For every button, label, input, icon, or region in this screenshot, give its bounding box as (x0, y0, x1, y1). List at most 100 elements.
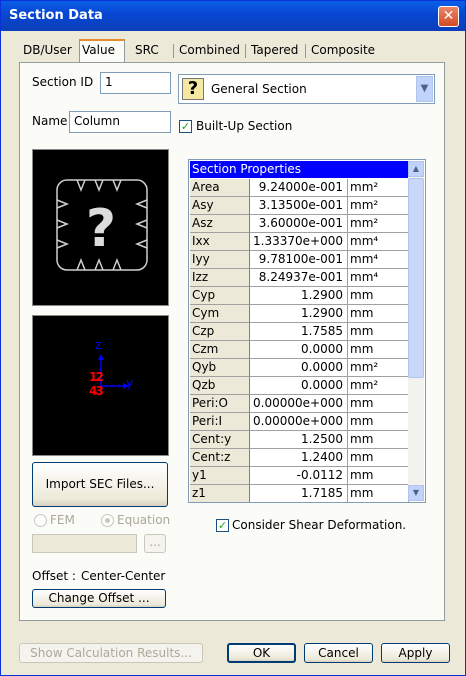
property-value-cell[interactable]: 3.60000e-001 (250, 215, 348, 233)
property-value-cell[interactable]: 0.00000e+000 (250, 395, 348, 413)
property-value-cell[interactable]: 3.13500e-001 (250, 197, 348, 215)
equation-label: Equation (117, 513, 171, 527)
property-value-cell[interactable]: 1.2400 (250, 449, 348, 467)
table-row[interactable]: Czm 0.0000 mm (190, 341, 409, 359)
property-unit-cell: mm² (348, 179, 409, 197)
property-name-cell: Ixx (190, 233, 250, 251)
section-type-dropdown[interactable]: ? General Section ▼ (178, 74, 435, 104)
equation-radio[interactable] (101, 514, 114, 527)
property-name-cell: Izz (190, 269, 250, 287)
property-value-cell[interactable]: 1.2500 (250, 431, 348, 449)
tab-src[interactable]: SRC (133, 41, 169, 61)
tab-tapered[interactable]: Tapered (249, 41, 305, 61)
property-unit-cell: mm (348, 395, 409, 413)
table-row[interactable]: Czp 1.7585 mm (190, 323, 409, 341)
scroll-up-icon[interactable]: ▲ (408, 161, 424, 177)
property-name-cell: Asz (190, 215, 250, 233)
name-label: Name (32, 114, 68, 128)
tab-separator (305, 44, 306, 58)
table-row[interactable]: Cyp 1.2900 mm (190, 287, 409, 305)
shear-label: Consider Shear Deformation. (232, 518, 407, 532)
import-sec-files-button[interactable]: Import SEC Files... (32, 462, 168, 507)
property-unit-cell: mm² (348, 197, 409, 215)
property-name-cell: Area (190, 179, 250, 197)
axis-z-label: z (95, 338, 102, 352)
close-button[interactable]: ✕ (438, 6, 459, 27)
tab-composite[interactable]: Composite (309, 41, 379, 61)
tab-separator (245, 44, 246, 58)
ok-button[interactable]: OK (227, 643, 296, 663)
property-value-cell[interactable]: 1.7585 (250, 323, 348, 341)
property-name-cell: Czm (190, 341, 250, 359)
vertical-scrollbar[interactable]: ▲ ▼ (408, 161, 424, 501)
change-offset-button[interactable]: Change Offset ... (32, 589, 166, 608)
tab-combined[interactable]: Combined (177, 41, 245, 61)
property-value-cell[interactable]: 1.33370e+000 (250, 233, 348, 251)
table-row[interactable]: Asz 3.60000e-001 mm² (190, 215, 409, 233)
apply-button[interactable]: Apply (381, 643, 450, 663)
section-shape-preview: ? (32, 149, 169, 306)
property-value-cell[interactable]: 9.78100e-001 (250, 251, 348, 269)
name-input[interactable]: Column (69, 111, 171, 133)
section-id-label: Section ID (32, 75, 94, 89)
table-row[interactable]: Peri:I 0.00000e+000 mm (190, 413, 409, 431)
cancel-button[interactable]: Cancel (304, 643, 373, 663)
builtup-checkbox[interactable]: ✓ (179, 120, 192, 133)
property-unit-cell: mm² (348, 215, 409, 233)
table-row[interactable]: Peri:O 0.00000e+000 mm (190, 395, 409, 413)
property-unit-cell: mm⁴ (348, 233, 409, 251)
property-value-cell[interactable]: 8.24937e-001 (250, 269, 348, 287)
scroll-down-icon[interactable]: ▼ (408, 485, 424, 501)
property-value-cell[interactable]: 1.2900 (250, 305, 348, 323)
title-bar[interactable]: Section Data ✕ (1, 1, 465, 31)
table-row[interactable]: Izz 8.24937e-001 mm⁴ (190, 269, 409, 287)
section-axis-preview: z y 1 2 4 3 (32, 315, 169, 456)
property-value-cell[interactable]: 1.2900 (250, 287, 348, 305)
property-name-cell: y1 (190, 467, 250, 485)
table-row[interactable]: Qyb 0.0000 mm² (190, 359, 409, 377)
table-row[interactable]: Cent:y 1.2500 mm (190, 431, 409, 449)
shear-checkbox[interactable]: ✓ (216, 519, 229, 532)
table-row[interactable]: Asy 3.13500e-001 mm² (190, 197, 409, 215)
property-value-cell[interactable]: 1.7185 (250, 485, 348, 502)
offset-value: Center-Center (81, 569, 166, 583)
grid-header: Section Properties (190, 161, 408, 178)
property-name-cell: Czp (190, 323, 250, 341)
axis-diagram (98, 354, 129, 389)
property-unit-cell: mm (348, 323, 409, 341)
property-unit-cell: mm (348, 341, 409, 359)
property-value-cell[interactable]: 0.0000 (250, 377, 348, 395)
property-value-cell[interactable]: 0.0000 (250, 359, 348, 377)
property-name-cell: Iyy (190, 251, 250, 269)
table-row[interactable]: y1 -0.0112 mm (190, 467, 409, 485)
property-value-cell[interactable]: 0.00000e+000 (250, 413, 348, 431)
property-unit-cell: mm (348, 467, 409, 485)
property-unit-cell: mm (348, 449, 409, 467)
chevron-down-icon[interactable]: ▼ (416, 76, 433, 102)
fem-radio[interactable] (34, 514, 47, 527)
tab-db-user[interactable]: DB/User (21, 41, 79, 61)
scroll-thumb[interactable] (408, 178, 424, 378)
section-properties-grid[interactable]: Section Properties Area 9.24000e-001 mm² As… (188, 159, 426, 503)
table-row[interactable]: Cym 1.2900 mm (190, 305, 409, 323)
table-row[interactable]: Qzb 0.0000 mm² (190, 377, 409, 395)
fem-label: FEM (50, 513, 75, 527)
section-id-input[interactable]: 1 (100, 72, 171, 94)
table-row[interactable]: Area 9.24000e-001 mm² (190, 179, 409, 197)
points-top-label: 1 2 (89, 370, 104, 384)
property-unit-cell: mm (348, 431, 409, 449)
question-mark-icon: ? (182, 78, 204, 100)
table-row[interactable]: Iyy 9.78100e-001 mm⁴ (190, 251, 409, 269)
property-value-cell[interactable]: 0.0000 (250, 341, 348, 359)
property-name-cell: Cent:y (190, 431, 250, 449)
table-row[interactable]: Cent:z 1.2400 mm (190, 449, 409, 467)
show-calculation-results-button[interactable]: Show Calculation Results... (19, 643, 203, 663)
property-value-cell[interactable]: 9.24000e-001 (250, 179, 348, 197)
browse-button[interactable]: ... (144, 534, 166, 553)
tab-value[interactable]: Value (79, 39, 125, 62)
table-row[interactable]: Ixx 1.33370e+000 mm⁴ (190, 233, 409, 251)
file-path-input[interactable] (32, 534, 137, 553)
property-unit-cell: mm (348, 485, 409, 502)
property-value-cell[interactable]: -0.0112 (250, 467, 348, 485)
table-row[interactable]: z1 1.7185 mm (190, 485, 409, 502)
